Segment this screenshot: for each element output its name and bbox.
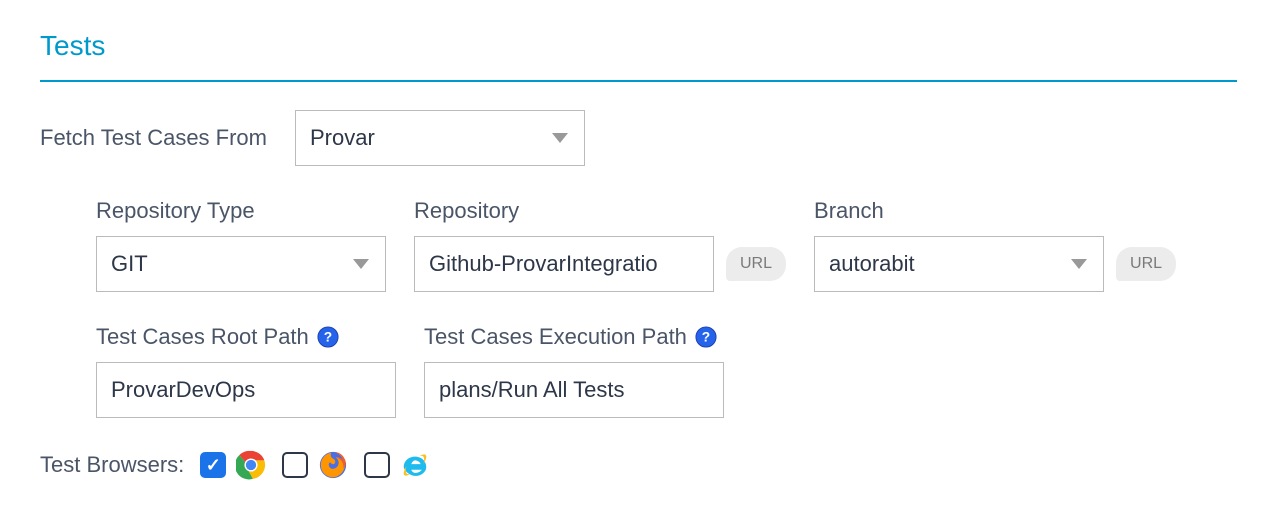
repository-type-label: Repository Type (96, 198, 386, 224)
svg-text:?: ? (324, 330, 332, 345)
branch-url-button[interactable]: URL (1116, 247, 1176, 281)
repository-type-select[interactable]: GIT (96, 236, 386, 292)
ie-icon (400, 450, 430, 480)
browsers-label: Test Browsers: (40, 452, 184, 478)
svg-text:?: ? (702, 330, 710, 345)
chrome-checkbox[interactable] (200, 452, 226, 478)
exec-path-input[interactable]: plans/Run All Tests (424, 362, 724, 418)
section-title: Tests (40, 30, 1237, 62)
firefox-checkbox[interactable] (282, 452, 308, 478)
chrome-icon (236, 450, 266, 480)
firefox-icon (318, 450, 348, 480)
branch-label: Branch (814, 198, 1176, 224)
fetch-select[interactable]: Provar (295, 110, 585, 166)
branch-select[interactable]: autorabit (814, 236, 1104, 292)
repository-label: Repository (414, 198, 786, 224)
root-path-label: Test Cases Root Path (96, 324, 309, 350)
fetch-label: Fetch Test Cases From (40, 125, 267, 151)
divider (40, 80, 1237, 82)
repository-url-button[interactable]: URL (726, 247, 786, 281)
repository-input[interactable]: Github-ProvarIntegratio (414, 236, 714, 292)
help-icon[interactable]: ? (317, 326, 339, 348)
help-icon[interactable]: ? (695, 326, 717, 348)
ie-checkbox[interactable] (364, 452, 390, 478)
root-path-input[interactable]: ProvarDevOps (96, 362, 396, 418)
exec-path-label: Test Cases Execution Path (424, 324, 687, 350)
